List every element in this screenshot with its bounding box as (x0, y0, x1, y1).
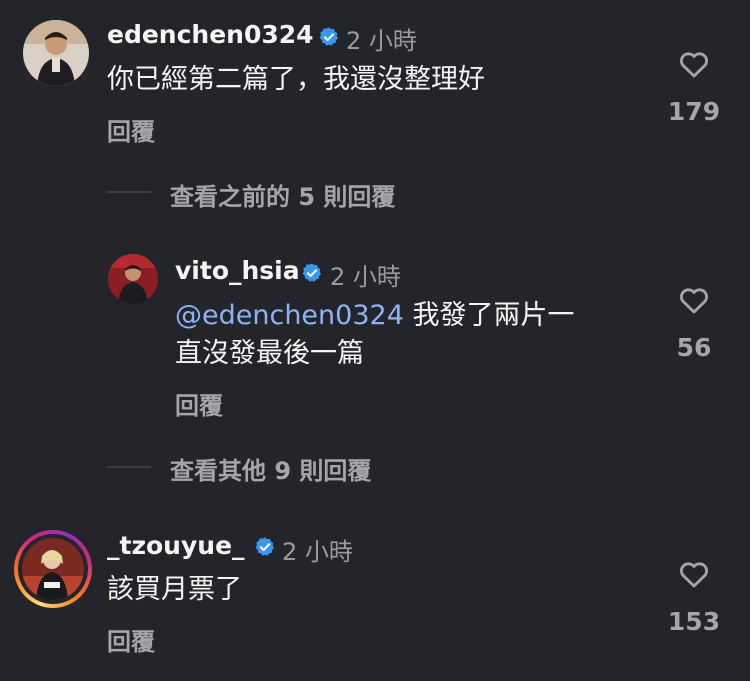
avatar-image (23, 20, 89, 86)
reply-button[interactable]: 回覆 (107, 112, 155, 147)
comment-text-line2: 直沒發最後一篇 (175, 338, 364, 369)
comment-text: @edenchen0324 我發了兩片一 (175, 297, 574, 335)
heart-outline-icon[interactable] (676, 47, 712, 81)
thread-line (107, 466, 151, 468)
avatar-vito-hsia[interactable] (108, 254, 158, 304)
avatar-edenchen0324[interactable] (23, 20, 89, 86)
comment-username[interactable]: _tzouyue_ (107, 531, 245, 560)
view-more-replies[interactable]: 查看其他 9 則回覆 (170, 451, 371, 486)
verified-badge-icon (255, 537, 274, 556)
comment-text: 該買月票了 (107, 574, 242, 605)
verified-badge-icon (319, 27, 338, 46)
comment-timestamp: 2 小時 (282, 538, 353, 566)
avatar-tzouyue (22, 538, 84, 600)
thread-line (107, 191, 151, 193)
like-count: 56 (676, 333, 712, 362)
comment-text: 你已經第二篇了，我還沒整理好 (107, 64, 485, 95)
heart-outline-icon[interactable] (676, 557, 712, 591)
comment-timestamp: 2 小時 (330, 263, 401, 291)
reply-button[interactable]: 回覆 (175, 386, 223, 421)
avatar-image (108, 254, 158, 304)
reply-button[interactable]: 回覆 (107, 622, 155, 657)
heart-outline-icon[interactable] (676, 283, 712, 317)
like-count: 153 (667, 607, 721, 636)
comment-text-line1: 我發了兩片一 (403, 300, 575, 331)
comment-username[interactable]: edenchen0324 (107, 20, 314, 49)
mention-link[interactable]: @edenchen0324 (175, 300, 404, 331)
like-count: 179 (667, 97, 721, 126)
view-previous-replies[interactable]: 查看之前的 5 則回覆 (170, 177, 395, 212)
comment-username[interactable]: vito_hsia (175, 256, 300, 285)
avatar-story-ring[interactable] (14, 530, 92, 608)
avatar-image (22, 538, 84, 600)
comment-timestamp: 2 小時 (346, 27, 417, 55)
verified-badge-icon (302, 263, 321, 282)
